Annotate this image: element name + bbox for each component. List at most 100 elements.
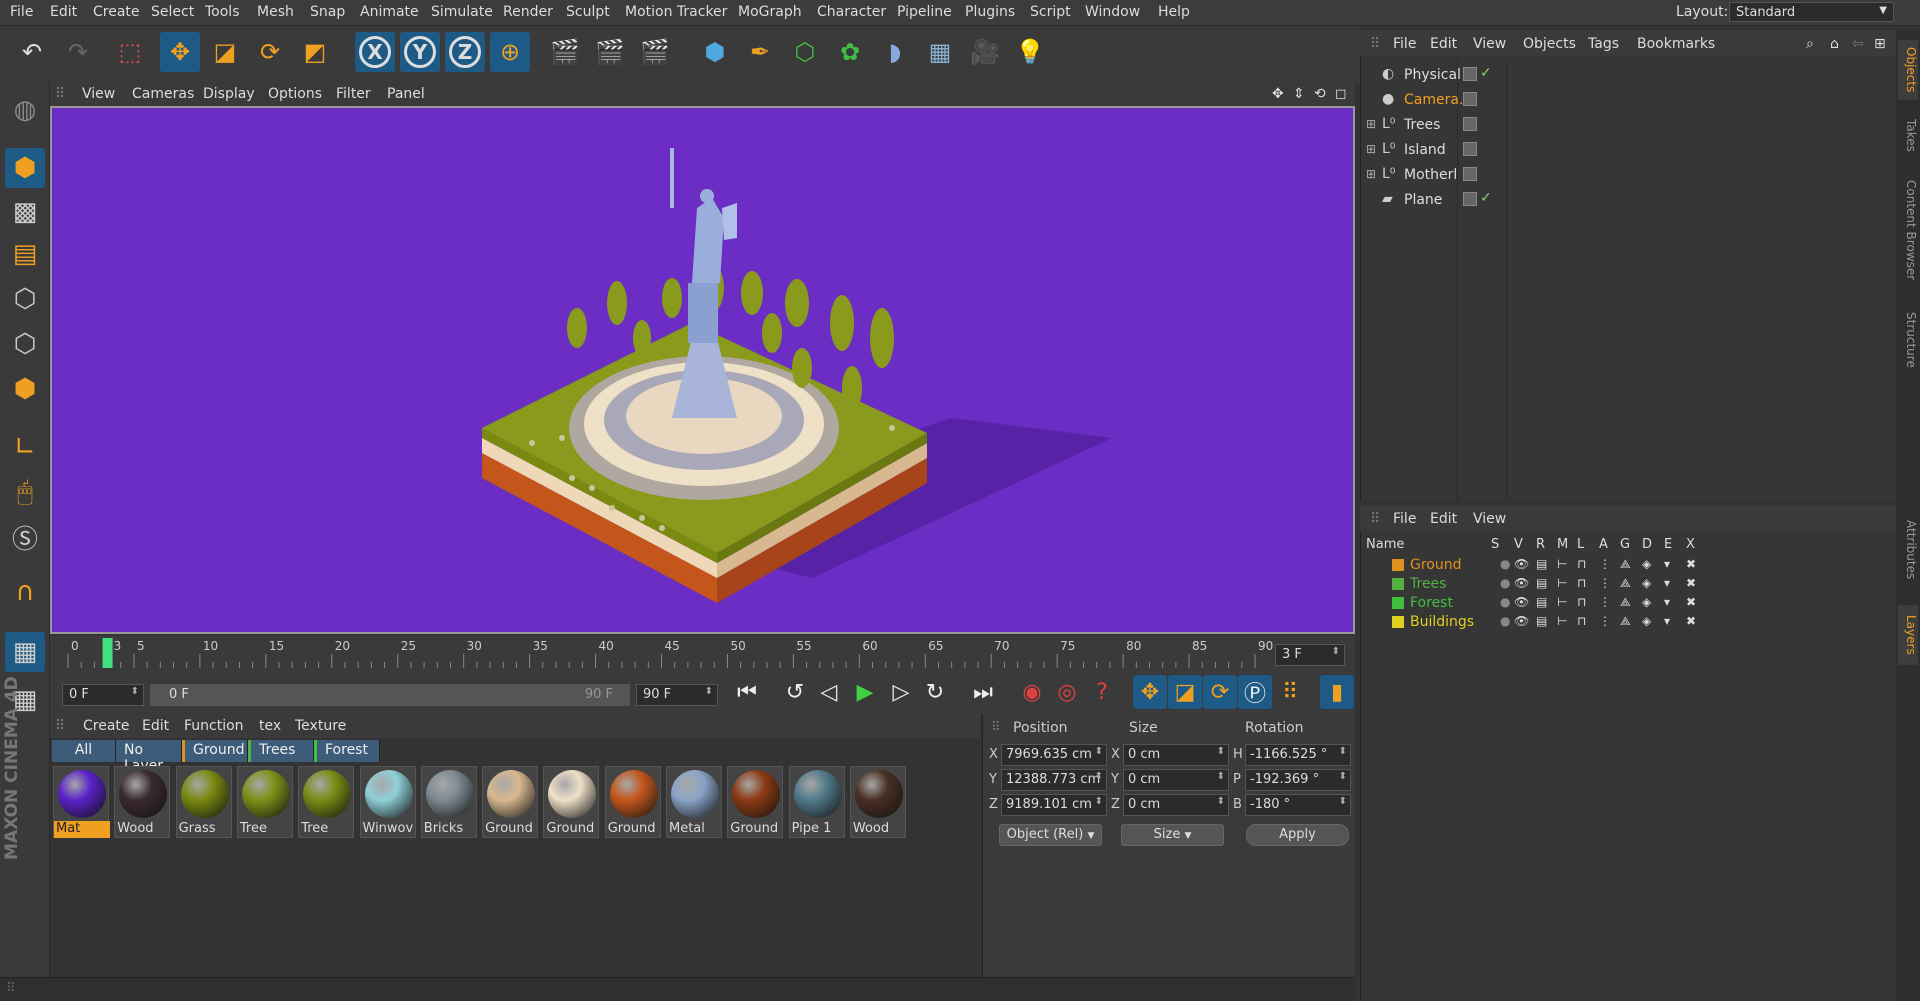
viewport-maximize-icon[interactable]: ◻ (1335, 86, 1347, 102)
solo-dot-icon[interactable]: ● (1500, 614, 1510, 628)
object-row[interactable]: ⊞ L⁰ Motherl (1360, 163, 1896, 188)
timeline-button[interactable]: ▮ (1320, 675, 1354, 709)
menu-pipeline[interactable]: Pipeline (897, 4, 952, 20)
generators-icon[interactable]: ⟁ (1620, 595, 1631, 610)
viewport-rotate-icon[interactable]: ⟲ (1314, 86, 1326, 102)
record-scale-button[interactable]: ◪ (1168, 675, 1202, 709)
layer-tag-swatch[interactable] (1463, 167, 1477, 181)
material-swatch[interactable]: Grass (175, 766, 232, 838)
live-selection-button[interactable]: ⬚ (110, 32, 150, 72)
material-swatch[interactable]: Ground (604, 766, 661, 838)
filter-tab-trees[interactable]: Trees (248, 740, 314, 762)
layer-tag-swatch[interactable] (1463, 67, 1477, 81)
render-settings-button[interactable]: 🎬 (635, 32, 675, 72)
animation-icon[interactable]: ⋮ (1599, 595, 1611, 609)
coordinate-system-button[interactable]: ⊕ (490, 32, 530, 72)
menu-character[interactable]: Character (817, 4, 886, 20)
material-menu-edit[interactable]: Edit (142, 718, 169, 734)
solo-button[interactable]: Ⓢ (5, 517, 45, 557)
record-keys-button[interactable]: ◉ (1015, 675, 1049, 709)
layer-row[interactable]: Ground ● 👁 ▤ ⊢ ⊓ ⋮ ⟁ ◈ ▾ ✖ (1362, 556, 1892, 575)
recent-tool-button[interactable]: ◩ (295, 32, 335, 72)
animation-icon[interactable]: ⋮ (1599, 614, 1611, 628)
next-frame-button[interactable]: ▷ (884, 675, 918, 709)
home-icon[interactable]: ⌂ (1830, 36, 1839, 52)
material-swatch[interactable]: Ground (727, 766, 784, 838)
material-swatch[interactable]: Metal (666, 766, 722, 838)
material-swatch[interactable]: Ground (482, 766, 539, 838)
material-menu-tex[interactable]: tex (259, 718, 281, 734)
record-pla-button[interactable]: ⠿ (1273, 675, 1307, 709)
deformers-icon[interactable]: ◈ (1642, 576, 1651, 590)
enabled-check-icon[interactable]: ✓ (1480, 190, 1492, 206)
render-icon[interactable]: ▤ (1536, 614, 1547, 628)
menu-select[interactable]: Select (151, 4, 194, 20)
xref-icon[interactable]: ✖ (1686, 614, 1696, 628)
object-row[interactable]: ⊞ L⁰ Island (1360, 138, 1896, 163)
filter-tab-ground[interactable]: Ground (182, 740, 248, 762)
layer-menu-view[interactable]: View (1473, 511, 1506, 527)
material-menu-create[interactable]: Create (83, 718, 130, 734)
make-editable-button[interactable]: ◍ (5, 90, 45, 130)
filter-tab-all[interactable]: All (52, 740, 116, 762)
generators-icon[interactable]: ⟁ (1620, 614, 1631, 629)
lock-icon[interactable]: ⊓ (1577, 576, 1586, 590)
render-icon[interactable]: ▤ (1536, 576, 1547, 590)
new-window-icon[interactable]: ⊞ (1874, 36, 1886, 52)
layer-row[interactable]: Buildings ● 👁 ▤ ⊢ ⊓ ⋮ ⟁ ◈ ▾ ✖ (1362, 613, 1892, 632)
xref-icon[interactable]: ✖ (1686, 557, 1696, 571)
material-swatch[interactable]: Wood (114, 766, 171, 838)
material-swatch[interactable]: Winwov (359, 766, 416, 838)
object-menu-bookmarks[interactable]: Bookmarks (1637, 36, 1715, 52)
edges-mode-button[interactable]: ⬡ (5, 324, 45, 364)
manager-icon[interactable]: ⊢ (1557, 557, 1567, 571)
scale-tool-button[interactable]: ◪ (205, 32, 245, 72)
side-tab-takes[interactable]: Takes (1898, 110, 1918, 160)
position-y-field[interactable]: 12388.773 cm ⬍ (1001, 769, 1107, 791)
enabled-check-icon[interactable]: ✓ (1480, 65, 1492, 81)
menu-help[interactable]: Help (1158, 4, 1190, 20)
viewport-menu-panel[interactable]: Panel (387, 86, 425, 102)
timeline-ruler[interactable]: 0 5 10 15 20 25 30 35 40 45 50 55 60 65 70 75 80 85 90 3 3 … (50, 636, 1355, 678)
viewport-menu-options[interactable]: Options (268, 86, 322, 102)
menu-simulate[interactable]: Simulate (431, 4, 493, 20)
expand-icon[interactable]: ⊞ (1366, 142, 1376, 156)
menu-create[interactable]: Create (93, 4, 140, 20)
xref-icon[interactable]: ✖ (1686, 576, 1696, 590)
object-menu-file[interactable]: File (1393, 36, 1416, 52)
previous-key-button[interactable]: ↺ (778, 675, 812, 709)
menu-animate[interactable]: Animate (360, 4, 419, 20)
menu-window[interactable]: Window (1085, 4, 1140, 20)
playhead[interactable] (102, 638, 113, 668)
rotation-p-field[interactable]: -192.369 ° ⬍ (1245, 769, 1351, 791)
object-row[interactable]: ◐ Physical ✓ (1360, 63, 1896, 88)
object-menu-view[interactable]: View (1473, 36, 1506, 52)
manager-icon[interactable]: ⊢ (1557, 576, 1567, 590)
layer-row[interactable]: Forest ● 👁 ▤ ⊢ ⊓ ⋮ ⟁ ◈ ▾ ✖ (1362, 594, 1892, 613)
expand-icon[interactable]: ⊞ (1366, 167, 1376, 181)
snap-button[interactable]: ∩ (5, 572, 45, 612)
visible-eye-icon[interactable]: 👁 (1514, 614, 1529, 628)
deformers-icon[interactable]: ◈ (1642, 614, 1651, 628)
pen-button[interactable]: ✒ (740, 32, 780, 72)
render-view-button[interactable]: 🎬 (545, 32, 585, 72)
layer-row[interactable]: Trees ● 👁 ▤ ⊢ ⊓ ⋮ ⟁ ◈ ▾ ✖ (1362, 575, 1892, 594)
manager-icon[interactable]: ⊢ (1557, 595, 1567, 609)
expressions-icon[interactable]: ▾ (1664, 595, 1670, 609)
generators-icon[interactable]: ⟁ (1620, 576, 1631, 591)
menu-plugins[interactable]: Plugins (965, 4, 1015, 20)
layer-tag-swatch[interactable] (1463, 117, 1477, 131)
material-swatch[interactable]: Mat (53, 766, 110, 838)
menu-mesh[interactable]: Mesh (257, 4, 294, 20)
deformers-icon[interactable]: ◈ (1642, 595, 1651, 609)
generators-icon[interactable]: ⟁ (1620, 557, 1631, 572)
3d-viewport[interactable] (50, 106, 1355, 634)
search-icon[interactable]: ⌕ (1806, 36, 1814, 52)
rotation-h-field[interactable]: -1166.525 ° ⬍ (1245, 744, 1351, 766)
expressions-icon[interactable]: ▾ (1664, 614, 1670, 628)
layout-select[interactable]: Standard ▼ (1729, 2, 1894, 22)
expand-icon[interactable]: ⊞ (1366, 117, 1376, 131)
menu-script[interactable]: Script (1030, 4, 1071, 20)
model-mode-button[interactable]: ⬢ (5, 148, 45, 188)
material-swatch[interactable]: Ground (543, 766, 600, 838)
